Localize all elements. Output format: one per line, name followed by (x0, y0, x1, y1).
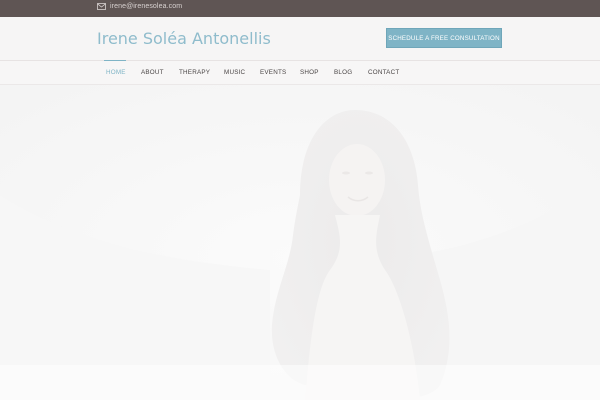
portrait-photo (0, 85, 600, 400)
nav-item-home[interactable]: HOME (106, 61, 126, 84)
site-title[interactable]: Irene Soléa Antonellis (97, 29, 271, 48)
nav-item-blog[interactable]: BLOG (334, 61, 352, 84)
nav-item-music[interactable]: MUSIC (224, 61, 245, 84)
site-header: Irene Soléa Antonellis SCHEDULE A FREE C… (0, 17, 600, 60)
main-navigation: HOME ABOUT THERAPY MUSIC EVENTS SHOP BLO… (0, 60, 600, 85)
email-address[interactable]: irene@irenesolea.com (110, 3, 182, 10)
nav-item-shop[interactable]: SHOP (300, 61, 319, 84)
schedule-consultation-button[interactable]: SCHEDULE A FREE CONSULTATION (386, 28, 502, 48)
email-link[interactable]: irene@irenesolea.com (97, 3, 182, 10)
envelope-icon (97, 3, 106, 10)
hero-section (0, 85, 600, 400)
nav-item-contact[interactable]: CONTACT (368, 61, 399, 84)
nav-item-events[interactable]: EVENTS (260, 61, 286, 84)
nav-item-about[interactable]: ABOUT (141, 61, 164, 84)
nav-item-therapy[interactable]: THERAPY (179, 61, 210, 84)
top-bar: irene@irenesolea.com (0, 0, 600, 17)
